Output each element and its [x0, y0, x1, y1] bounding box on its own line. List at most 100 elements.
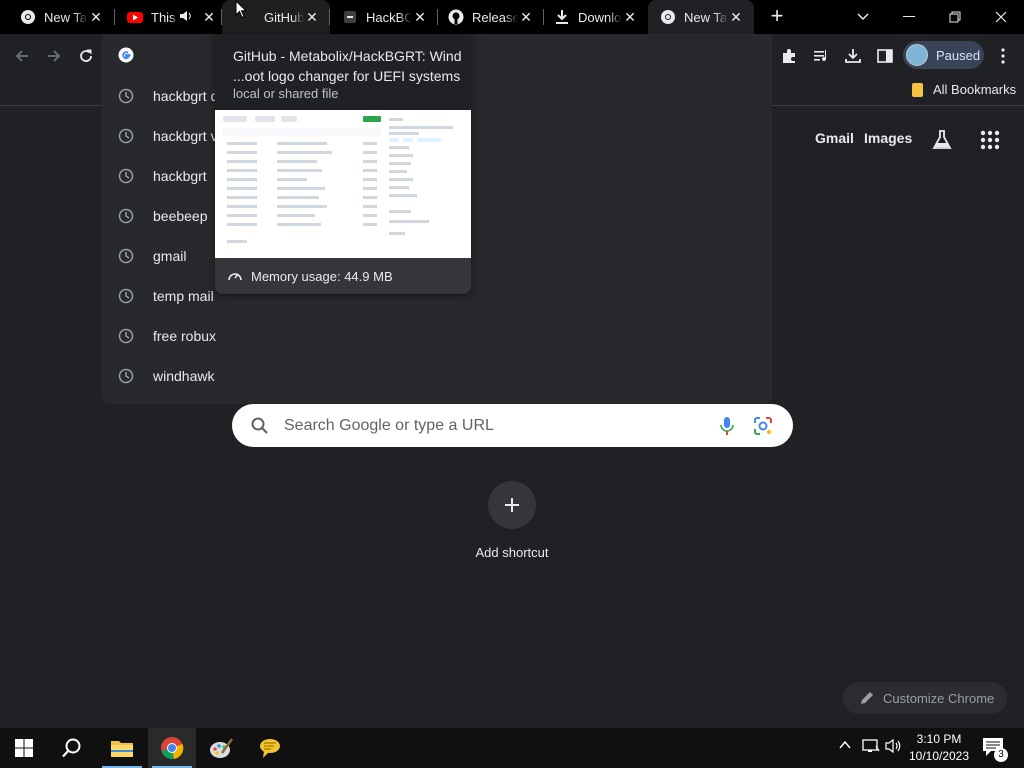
- forward-button[interactable]: [42, 44, 66, 68]
- images-link[interactable]: Images: [864, 130, 912, 146]
- media-control-icon[interactable]: [809, 44, 833, 68]
- apps-grid-icon[interactable]: [978, 128, 1002, 152]
- folder-icon: [912, 82, 923, 97]
- history-icon: [118, 328, 134, 344]
- history-icon: [118, 168, 134, 184]
- avatar: [906, 44, 928, 66]
- tab-hackbgrt[interactable]: HackBGRT ✕: [330, 0, 438, 34]
- close-window-button[interactable]: [978, 0, 1024, 34]
- suggestion-text: gmail: [153, 248, 187, 264]
- history-icon: [118, 128, 134, 144]
- chat-app-icon[interactable]: [246, 728, 294, 768]
- suggestion-text: beebeep: [153, 208, 208, 224]
- tab-downloads[interactable]: Downloads ✕: [544, 0, 648, 34]
- volume-icon[interactable]: [885, 738, 903, 757]
- customize-chrome-button[interactable]: Customize Chrome: [843, 682, 1007, 714]
- profile-status: Paused: [936, 47, 981, 63]
- suggestion-text: windhawk: [153, 368, 215, 384]
- tab-new-tab-active[interactable]: New Tab ✕: [648, 0, 754, 34]
- history-icon: [118, 248, 134, 264]
- tab-title: Releases: [472, 9, 518, 25]
- network-icon[interactable]: [862, 738, 880, 757]
- back-button[interactable]: [10, 44, 34, 68]
- side-panel-icon[interactable]: [873, 44, 897, 68]
- new-tab-button[interactable]: +: [766, 5, 788, 28]
- search-icon[interactable]: [48, 728, 96, 768]
- notification-count: 3: [994, 748, 1008, 762]
- history-icon: [118, 208, 134, 224]
- tab-title: New Tab: [684, 9, 728, 25]
- hover-card-title: GitHub - Metabolix/HackBGRT: Wind ...oot…: [233, 48, 462, 84]
- paint-app-icon[interactable]: [197, 728, 245, 768]
- tab-title: HackBGRT: [366, 9, 412, 25]
- tab-youtube[interactable]: This ✕: [107, 0, 221, 34]
- speaker-icon[interactable]: [179, 9, 193, 26]
- clock-date: 10/10/2023: [908, 749, 970, 763]
- download-icon[interactable]: [841, 44, 865, 68]
- close-icon[interactable]: ✕: [201, 9, 217, 25]
- page-thumbnail: [215, 110, 471, 258]
- tab-title: GitHub: [264, 9, 304, 25]
- suggestion-text: hackbgrt d: [153, 88, 219, 104]
- suggestion-text: free robux: [153, 328, 217, 344]
- windows-start-icon[interactable]: [0, 728, 48, 768]
- system-clock[interactable]: 3:10 PM 10/10/2023: [906, 731, 972, 765]
- add-shortcut-button[interactable]: [488, 481, 536, 529]
- tab-new-tab-1[interactable]: New Tab ✕: [0, 0, 114, 34]
- all-bookmarks-label: All Bookmarks: [933, 82, 1017, 97]
- labs-icon[interactable]: [930, 128, 954, 152]
- history-icon: [118, 88, 134, 104]
- close-icon[interactable]: ✕: [622, 9, 638, 25]
- menu-icon[interactable]: [991, 44, 1015, 68]
- suggestion-item[interactable]: windhawk: [102, 356, 402, 396]
- close-icon[interactable]: ✕: [518, 9, 534, 25]
- chrome-taskbar-icon[interactable]: [148, 728, 196, 768]
- extensions-icon[interactable]: [777, 44, 801, 68]
- suggestion-item[interactable]: free robux: [102, 316, 402, 356]
- suggestion-text: hackbgrt: [153, 168, 207, 184]
- tab-title: New Tab: [44, 9, 88, 25]
- chevron-up-icon[interactable]: [838, 738, 852, 755]
- gauge-icon: [227, 268, 243, 284]
- close-icon[interactable]: ✕: [728, 9, 744, 25]
- history-icon: [118, 368, 134, 384]
- add-shortcut-label: Add shortcut: [475, 545, 549, 560]
- minimize-button[interactable]: [886, 0, 932, 34]
- tab-hover-card: GitHub - Metabolix/HackBGRT: Wind ...oot…: [215, 34, 471, 294]
- history-icon: [118, 288, 134, 304]
- hover-card-subtitle: local or shared file: [233, 86, 339, 101]
- tab-releases[interactable]: Releases ✕: [438, 0, 544, 34]
- gmail-link[interactable]: Gmail: [815, 130, 854, 146]
- close-icon[interactable]: ✕: [304, 9, 320, 25]
- memory-usage-text: Memory usage: 44.9 MB: [251, 268, 393, 284]
- close-icon[interactable]: ✕: [412, 9, 428, 25]
- youtube-icon: [127, 9, 143, 25]
- close-icon[interactable]: ✕: [88, 9, 104, 25]
- restore-button[interactable]: [932, 0, 978, 34]
- tab-title: This: [151, 9, 176, 25]
- google-g-icon: [118, 47, 134, 63]
- google-lens-icon[interactable]: [753, 416, 773, 436]
- profile-button[interactable]: Paused: [903, 41, 984, 69]
- mouse-cursor: [235, 0, 248, 19]
- clock-time: 3:10 PM: [916, 732, 962, 746]
- search-input[interactable]: [284, 414, 684, 438]
- tab-title: Downloads: [578, 9, 622, 25]
- pencil-icon: [859, 690, 875, 706]
- github-icon: [448, 9, 464, 25]
- search-icon: [250, 416, 270, 436]
- customize-chrome-label: Customize Chrome: [883, 690, 995, 706]
- suggestion-text: hackbgrt v: [153, 128, 218, 144]
- chrome-icon: [660, 9, 676, 25]
- chrome-icon: [20, 9, 36, 25]
- download-icon: [554, 9, 570, 25]
- suggestion-text: temp mail: [153, 288, 214, 304]
- reload-button[interactable]: [74, 44, 98, 68]
- tab-search-button[interactable]: [840, 0, 886, 34]
- all-bookmarks-button[interactable]: All Bookmarks: [912, 82, 1016, 97]
- microphone-icon[interactable]: [718, 416, 736, 436]
- minus-icon: [342, 9, 358, 25]
- file-explorer-icon[interactable]: [98, 728, 146, 768]
- memory-usage: Memory usage: 44.9 MB: [215, 258, 471, 294]
- google-search-box[interactable]: [232, 404, 793, 447]
